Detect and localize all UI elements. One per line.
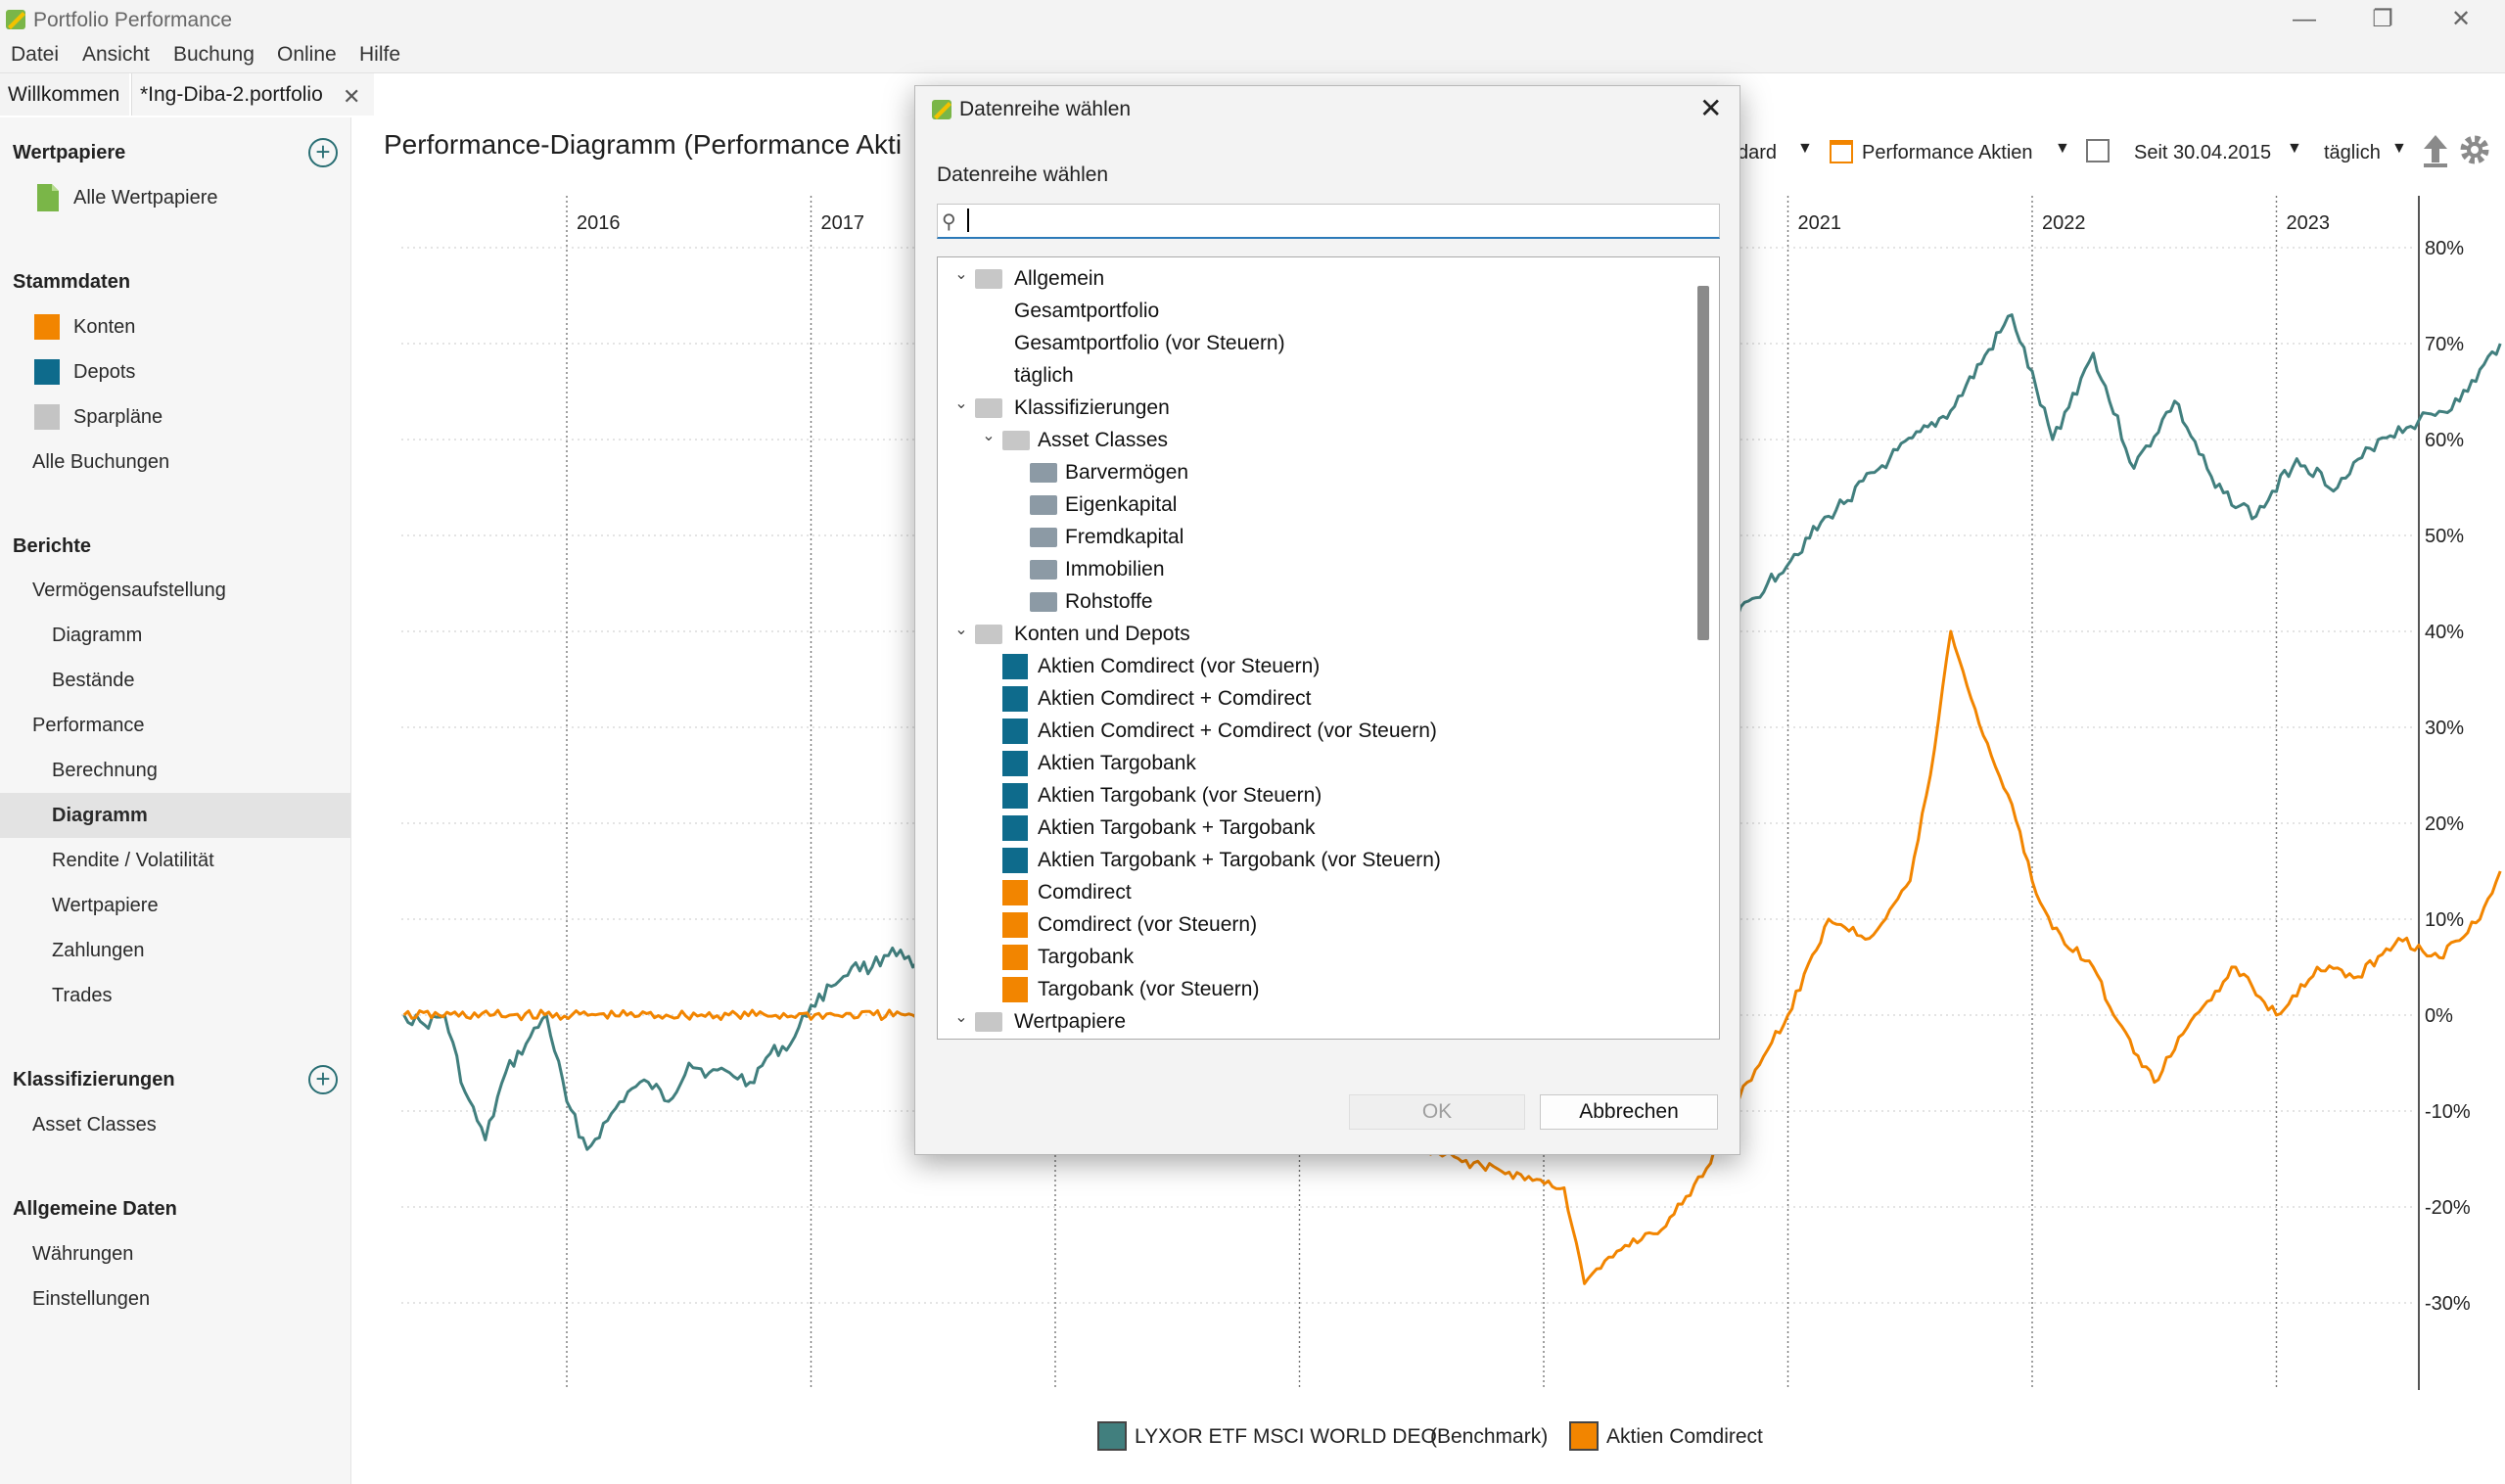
tree-item[interactable]: Rohstoffe — [1065, 585, 1153, 618]
classification-folder-icon — [1030, 560, 1057, 580]
konto-icon — [1002, 880, 1028, 905]
tree-item[interactable]: Gesamtportfolio (vor Steuern) — [1014, 327, 1285, 359]
legend-benchmark-label[interactable]: LYXOR ETF MSCI WORLD DEO — [1135, 1425, 1437, 1449]
dialog-title: Datenreihe wählen — [959, 98, 1132, 120]
y-tick-label: 80% — [2425, 238, 2464, 259]
depot-icon — [1002, 815, 1028, 841]
y-tick-label: 20% — [2425, 813, 2464, 835]
x-tick-label: 2016 — [577, 212, 621, 234]
tree-item[interactable]: Fremdkapital — [1065, 521, 1183, 553]
y-tick-label: -20% — [2425, 1197, 2471, 1219]
folder-icon — [975, 398, 1002, 418]
folder-icon — [975, 625, 1002, 644]
legend-benchmark-swatch — [1097, 1421, 1127, 1451]
dialog-app-icon — [932, 100, 951, 119]
y-tick-label: 70% — [2425, 334, 2464, 355]
depot-icon — [1002, 783, 1028, 809]
tree-expand-chevron-icon[interactable]: ⌄ — [951, 620, 971, 639]
y-tick-label: 30% — [2425, 718, 2464, 739]
tree-item[interactable]: Comdirect — [1038, 876, 1132, 908]
y-tick-label: 50% — [2425, 526, 2464, 547]
tree-item[interactable]: Wertpapiere — [1014, 1005, 1126, 1038]
x-tick-label: 2023 — [2287, 212, 2331, 234]
y-tick-label: 10% — [2425, 909, 2464, 931]
tree-item[interactable]: Asset Classes — [1038, 424, 1168, 456]
konto-icon — [1002, 977, 1028, 1002]
dialog-heading: Datenreihe wählen — [937, 163, 1109, 186]
tree-expand-chevron-icon[interactable]: ⌄ — [979, 426, 998, 445]
tree-item[interactable]: Aktien Targobank — [1038, 747, 1196, 779]
tree-item[interactable]: Aktien Targobank (vor Steuern) — [1038, 779, 1322, 812]
tree-expand-chevron-icon[interactable]: ⌄ — [951, 1007, 971, 1027]
dialog-close-icon[interactable]: ✕ — [1699, 92, 1722, 124]
folder-icon — [975, 269, 1002, 289]
tree-item[interactable]: Targobank — [1038, 941, 1134, 973]
tree-item[interactable]: täglich — [1014, 359, 1074, 392]
tree-item[interactable]: Barvermögen — [1065, 456, 1188, 488]
y-tick-label: 40% — [2425, 622, 2464, 643]
text-cursor — [967, 209, 969, 232]
folder-icon — [1002, 431, 1030, 450]
tree-item[interactable]: Aktien Comdirect (vor Steuern) — [1038, 650, 1320, 682]
konto-icon — [1002, 945, 1028, 970]
depot-icon — [1002, 686, 1028, 712]
tree-item[interactable]: Gesamtportfolio — [1014, 295, 1159, 327]
tree-expand-chevron-icon[interactable]: ⌄ — [951, 264, 971, 284]
tree-item[interactable]: Konten und Depots — [1014, 618, 1190, 650]
y-tick-label: -30% — [2425, 1293, 2471, 1315]
tree-scrollbar-thumb[interactable] — [1697, 286, 1709, 640]
y-tick-label: -10% — [2425, 1101, 2471, 1123]
ok-button[interactable]: OK — [1349, 1094, 1525, 1130]
depot-icon — [1002, 751, 1028, 776]
tree-item[interactable]: Aktien Comdirect + Comdirect — [1038, 682, 1312, 715]
y-tick-label: 0% — [2425, 1005, 2453, 1027]
tree-item[interactable]: Aktien Comdirect + Comdirect (vor Steuer… — [1038, 715, 1437, 747]
x-tick-label: 2021 — [1798, 212, 1842, 234]
cancel-button[interactable]: Abbrechen — [1540, 1094, 1718, 1130]
depot-icon — [1002, 848, 1028, 873]
tree-item[interactable]: Comdirect (vor Steuern) — [1038, 908, 1257, 941]
series-search-input[interactable] — [937, 204, 1720, 239]
depot-icon — [1002, 719, 1028, 744]
classification-folder-icon — [1030, 495, 1057, 515]
tree-item[interactable]: Klassifizierungen — [1014, 392, 1170, 424]
legend-aktien-label[interactable]: Aktien Comdirect — [1606, 1425, 1763, 1449]
tree-expand-chevron-icon[interactable]: ⌄ — [951, 394, 971, 413]
folder-icon — [975, 1012, 1002, 1032]
classification-folder-icon — [1030, 592, 1057, 612]
konto-icon — [1002, 912, 1028, 938]
search-icon: ⚲ — [942, 211, 956, 233]
tree-item[interactable]: Eigenkapital — [1065, 488, 1177, 521]
tree-item[interactable]: Allgemein — [1014, 262, 1104, 295]
y-tick-label: 60% — [2425, 430, 2464, 451]
classification-folder-icon — [1030, 463, 1057, 483]
legend-aktien-swatch — [1569, 1421, 1599, 1451]
x-tick-label: 2017 — [821, 212, 865, 234]
x-tick-label: 2022 — [2042, 212, 2086, 234]
tree-item[interactable]: Aktien Targobank + Targobank — [1038, 812, 1316, 844]
tree-item[interactable]: Immobilien — [1065, 553, 1165, 585]
tree-item[interactable]: Targobank (vor Steuern) — [1038, 973, 1259, 1005]
legend-benchmark-suffix: (Benchmark) — [1430, 1425, 1549, 1448]
series-tree[interactable]: ⌄ Allgemein Gesamtportfolio Gesamtportfolio… — [937, 256, 1720, 1040]
tree-item[interactable]: Aktien Targobank + Targobank (vor Steuer… — [1038, 844, 1441, 876]
classification-folder-icon — [1030, 528, 1057, 547]
depot-icon — [1002, 654, 1028, 679]
